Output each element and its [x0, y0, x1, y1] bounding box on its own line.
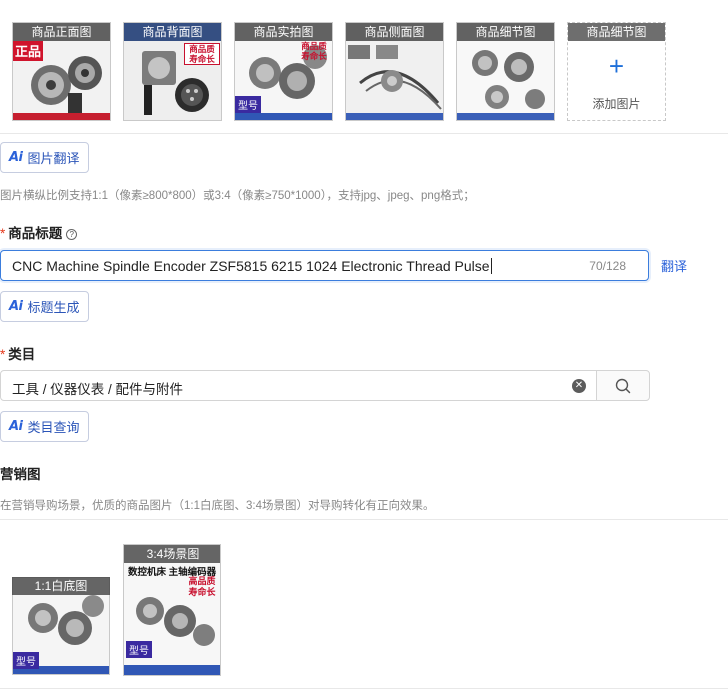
title-char-counter: 70/128 [589, 259, 626, 273]
marketing-label: 营销图 [0, 467, 41, 482]
add-image-button[interactable]: 商品细节图 + 添加图片 [567, 22, 666, 121]
marketing-hint: 在营销导购场景，优质的商品图片（1:1白底图、3:4场景图）对导购转化有正向效果… [0, 500, 435, 512]
title-input-value: CNC Machine Spindle Encoder ZSF5815 6215… [12, 258, 492, 274]
model-badge: 型号 [235, 96, 261, 113]
image-caption: 商品背面图 [124, 23, 221, 41]
question-icon[interactable]: ? [66, 229, 78, 240]
marketing-caption-square: 1:1白底图 [12, 577, 110, 595]
image-translate-button[interactable]: Ai 图片翻译 [0, 142, 89, 173]
title-generate-button[interactable]: Ai 标题生成 [0, 291, 89, 322]
text-caret [490, 258, 492, 274]
image-translate-label: 图片翻译 [27, 151, 80, 166]
category-select[interactable]: 工具 / 仪器仪表 / 配件与附件 ✕ [0, 370, 650, 401]
product-image-side[interactable]: 商品侧面图 [345, 22, 444, 121]
product-image-real[interactable]: 商品实拍图 商品质 寿命长 型号 [234, 22, 333, 121]
image-caption: 商品正面图 [13, 23, 110, 41]
search-icon [615, 378, 631, 394]
authentic-badge: 正品 [15, 44, 42, 59]
title-label-text: 商品标题 [8, 226, 63, 241]
quality-badge: 商品质 寿命长 [184, 43, 220, 65]
product-image-back[interactable]: 商品背面图 商品质 寿命长 [123, 22, 222, 121]
image-caption: 商品侧面图 [346, 23, 443, 41]
required-mark: * [0, 226, 6, 241]
section-divider [0, 133, 728, 134]
ai-icon: Ai [9, 299, 23, 314]
ai-icon: Ai [9, 150, 23, 165]
image-caption: 商品实拍图 [235, 23, 332, 41]
category-label-text: 类目 [8, 347, 36, 362]
ai-icon: Ai [9, 419, 23, 434]
product-image-front[interactable]: 商品正面图 正品 [12, 22, 111, 121]
plus-icon: + [608, 51, 625, 81]
category-field-label: * 类目 [0, 343, 35, 363]
title-value-text: CNC Machine Spindle Encoder ZSF5815 6215… [12, 258, 490, 274]
quality-badge: 商品质 寿命长 [301, 41, 327, 61]
image-caption: 商品细节图 [568, 23, 665, 41]
marketing-caption-portrait: 3:4场景图 [124, 545, 220, 563]
title-field-label: * 商品标题? [0, 222, 78, 242]
title-translate-link[interactable]: 翻译 [661, 256, 687, 275]
section-divider [0, 519, 728, 520]
add-image-label: 添加图片 [592, 97, 641, 111]
close-circle-icon[interactable]: ✕ [572, 379, 586, 393]
section-divider [0, 688, 728, 689]
product-image-list: 商品正面图 正品 商品背面图 商品质 寿命长 商品实拍图 商品质 寿命长 型号 [12, 22, 712, 121]
product-image-detail[interactable]: 商品细节图 [456, 22, 555, 121]
category-value: 工具 / 仪器仪表 / 配件与附件 [12, 382, 184, 397]
image-format-hint: 图片横纵比例支持1:1（像素≥800*800）或3:4（像素≥750*1000）… [0, 190, 475, 202]
model-badge: 型号 [126, 641, 152, 658]
title-input[interactable]: CNC Machine Spindle Encoder ZSF5815 6215… [0, 250, 649, 281]
marketing-image-portrait[interactable]: 3:4场景图 数控机床 主轴编码器 高品质 寿命长 型号 [123, 544, 221, 676]
image-caption: 商品细节图 [457, 23, 554, 41]
title-generate-label: 标题生成 [27, 300, 80, 315]
quality-badge: 高品质 寿命长 [188, 576, 216, 597]
category-query-label: 类目查询 [27, 420, 80, 435]
required-mark: * [0, 347, 6, 362]
category-query-button[interactable]: Ai 类目查询 [0, 411, 89, 442]
category-search-button[interactable] [596, 370, 650, 401]
model-badge: 型号 [13, 652, 39, 669]
